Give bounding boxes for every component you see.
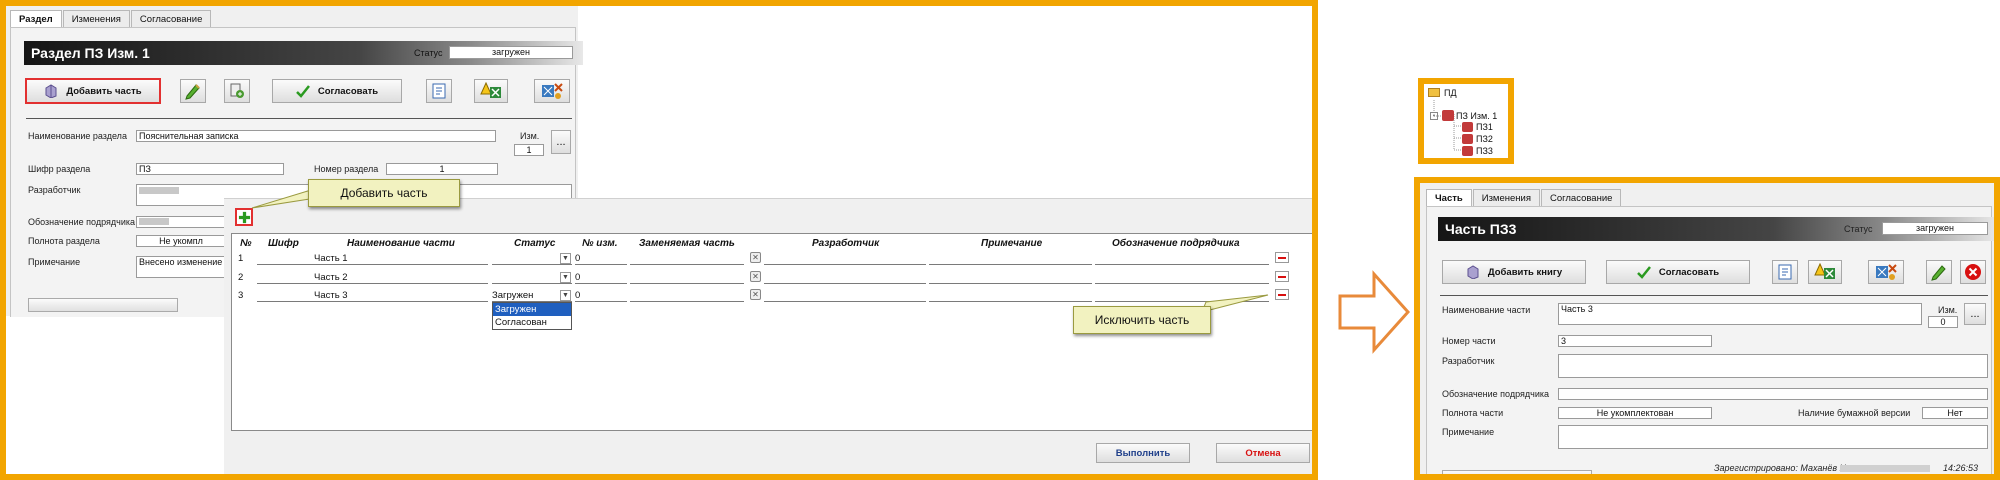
pencil-icon bbox=[1931, 265, 1946, 281]
left-section-window-frame: Раздел Изменения Согласование Раздел ПЗ … bbox=[0, 0, 1318, 480]
tree-frame: ПД - ПЗ Изм. 1 ПЗ1 ПЗ2 ПЗ3 bbox=[1418, 78, 1514, 164]
close-icon bbox=[1965, 264, 1981, 280]
part-name-field[interactable]: Часть 3 bbox=[1558, 303, 1922, 325]
tools-icon bbox=[1876, 264, 1897, 280]
warning-excel-button[interactable] bbox=[1808, 260, 1842, 284]
document-button[interactable] bbox=[1772, 260, 1798, 284]
paper-version-field[interactable]: Нет bbox=[1922, 407, 1988, 419]
contractor-field[interactable] bbox=[1558, 388, 1988, 400]
tree-root[interactable]: ПД bbox=[1444, 88, 1457, 98]
book-icon bbox=[1462, 134, 1473, 144]
exclude-callout-pointer bbox=[1201, 294, 1269, 313]
part-number-field[interactable]: 3 bbox=[1558, 335, 1712, 347]
status-label: Статус bbox=[1844, 224, 1873, 234]
add-part-callout: Добавить часть bbox=[308, 179, 460, 207]
tab-changes[interactable]: Изменения bbox=[1472, 189, 1540, 207]
edit-pencil-button[interactable] bbox=[1926, 260, 1952, 284]
tree-leaf[interactable]: ПЗ3 bbox=[1476, 146, 1493, 156]
paper-version-label: Наличие бумажной версии bbox=[1798, 408, 1911, 418]
add-book-button-label: Добавить книгу bbox=[1487, 266, 1563, 278]
completeness-label: Полнота части bbox=[1442, 408, 1504, 418]
tree-section[interactable]: ПЗ Изм. 1 bbox=[1456, 111, 1497, 121]
tools-button[interactable] bbox=[1868, 260, 1904, 284]
tree-view: ПД - ПЗ Изм. 1 ПЗ1 ПЗ2 ПЗ3 bbox=[1424, 84, 1508, 158]
book-icon bbox=[1462, 146, 1473, 156]
execute-button[interactable]: Выполнить bbox=[1096, 443, 1190, 463]
add-callout-pointer bbox=[251, 189, 317, 209]
registered-time: 14:26:53 bbox=[1943, 463, 1979, 473]
completeness-field[interactable]: Не укомплектован bbox=[1558, 407, 1712, 419]
more-button[interactable]: ... bbox=[1964, 303, 1986, 325]
arrow-right-icon bbox=[1338, 270, 1410, 354]
contractor-label: Обозначение подрядчика bbox=[1442, 389, 1549, 399]
developer-field[interactable] bbox=[1558, 354, 1988, 378]
folder-icon bbox=[1428, 88, 1440, 97]
revision-field[interactable]: 0 bbox=[1928, 316, 1958, 328]
callout-pointers bbox=[251, 189, 1269, 313]
tree-leaf[interactable]: ПЗ1 bbox=[1476, 122, 1493, 132]
right-part-window-frame: Часть Изменения Согласование Часть ПЗ3 С… bbox=[1414, 177, 2000, 480]
exclude-part-callout: Исключить часть bbox=[1073, 306, 1211, 334]
registered-info: Зарегистрировано: Маханёв Н bbox=[1714, 463, 1847, 473]
status-field[interactable]: загружен bbox=[1882, 222, 1988, 235]
toolbar-separator bbox=[1440, 295, 1988, 296]
tree-leaf[interactable]: ПЗ2 bbox=[1476, 134, 1493, 144]
registered-redacted bbox=[1840, 465, 1930, 472]
checkmark-icon bbox=[1636, 266, 1651, 279]
developer-label: Разработчик bbox=[1442, 356, 1495, 366]
lower-button-stub[interactable] bbox=[1442, 470, 1592, 474]
tab-approval[interactable]: Согласование bbox=[1540, 189, 1622, 207]
collapse-icon[interactable]: - bbox=[1430, 112, 1438, 120]
part-number-label: Номер части bbox=[1442, 336, 1496, 346]
delete-button[interactable] bbox=[1960, 260, 1986, 284]
approve-button[interactable]: Согласовать bbox=[1606, 260, 1750, 284]
book-icon bbox=[1462, 122, 1473, 132]
part-form: Часть Изменения Согласование Часть ПЗ3 С… bbox=[1420, 183, 1994, 474]
part-name-label: Наименование части bbox=[1442, 305, 1531, 315]
note-field[interactable] bbox=[1558, 425, 1988, 449]
book-icon bbox=[1467, 265, 1479, 279]
approve-button-label: Согласовать bbox=[1658, 266, 1720, 278]
part-tabs: Часть Изменения Согласование bbox=[1426, 189, 1622, 207]
add-book-button[interactable]: Добавить книгу bbox=[1442, 260, 1586, 284]
cancel-button[interactable]: Отмена bbox=[1216, 443, 1310, 463]
note-label: Примечание bbox=[1442, 427, 1495, 437]
document-icon bbox=[1778, 264, 1792, 280]
book-icon bbox=[1442, 110, 1454, 121]
tab-part[interactable]: Часть bbox=[1426, 189, 1472, 207]
warning-excel-icon bbox=[1814, 263, 1835, 279]
revision-label: Изм. bbox=[1938, 305, 1958, 315]
